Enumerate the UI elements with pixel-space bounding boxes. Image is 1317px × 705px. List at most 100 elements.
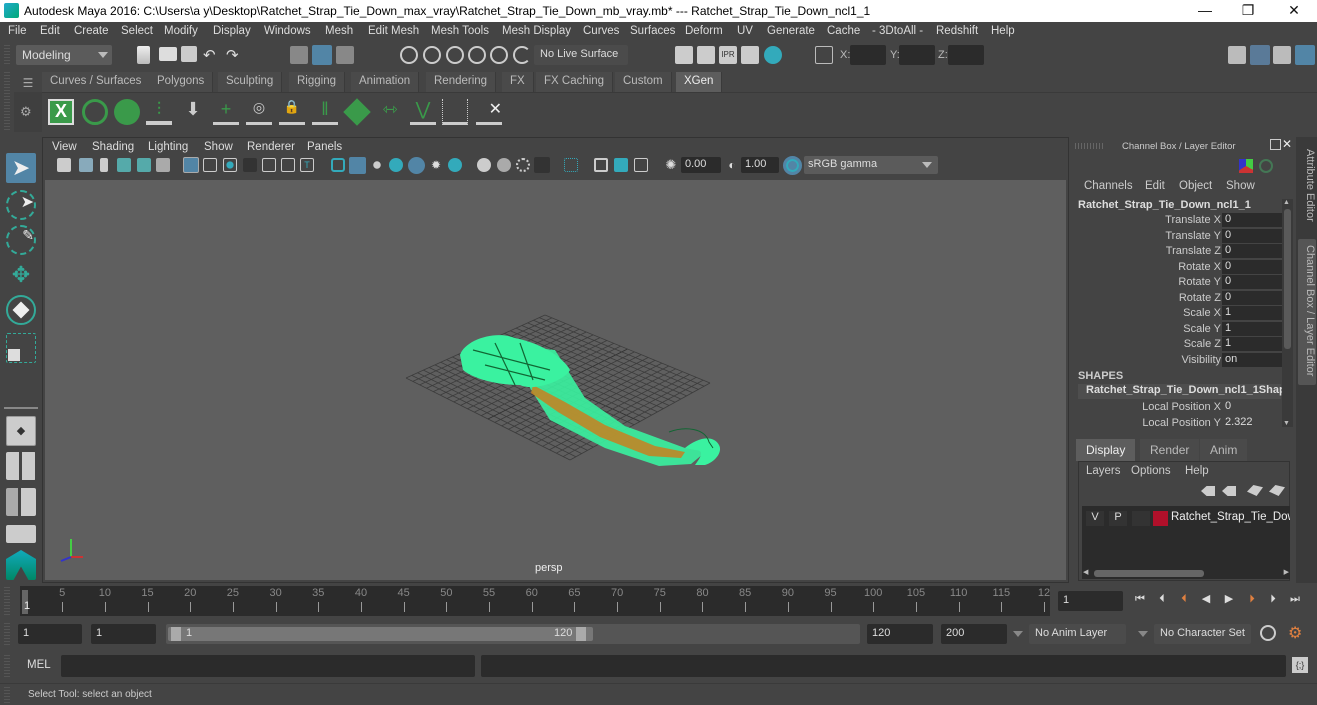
gamma-field[interactable]: 1.00: [741, 157, 779, 173]
xgen-editor-icon[interactable]: X: [48, 99, 74, 125]
live-surface-field[interactable]: No Live Surface: [534, 45, 628, 65]
menu-curves[interactable]: Curves: [583, 25, 619, 37]
channel-value-field[interactable]: 0: [1222, 259, 1282, 274]
layer-menu-layers[interactable]: Layers: [1086, 465, 1121, 477]
channel-value-field[interactable]: 0: [1222, 275, 1282, 289]
layer-playback-toggle[interactable]: P: [1109, 511, 1127, 526]
channel-value-field[interactable]: 0: [1222, 290, 1282, 305]
xgen-select-guides-icon[interactable]: ⋁: [410, 99, 436, 125]
smooth-shade-all-icon[interactable]: [349, 157, 366, 174]
outliner-persp-layout-icon[interactable]: [6, 488, 36, 516]
save-scene-icon[interactable]: [181, 46, 197, 62]
viewport-menu-view[interactable]: View: [52, 141, 77, 153]
xgen-guides-to-curves-icon[interactable]: ‖: [312, 99, 338, 125]
xgen-lock-guide-icon[interactable]: 🔒: [279, 99, 305, 125]
layer-hscrollbar[interactable]: ◀ ▶: [1082, 568, 1290, 579]
shelf-menu-icon[interactable]: ☰: [16, 76, 40, 92]
move-tool-icon[interactable]: ✥: [6, 260, 36, 290]
move-layer-down-icon[interactable]: [1222, 486, 1236, 496]
layer-tab-display[interactable]: Display: [1076, 439, 1136, 461]
select-tool-icon[interactable]: ➤: [6, 153, 36, 183]
channel-name[interactable]: Scale X: [1183, 307, 1221, 319]
shelf-settings-icon[interactable]: ⚙: [20, 104, 32, 120]
channel-row[interactable]: Scale Z1: [1075, 337, 1285, 352]
channel-menu-edit[interactable]: Edit: [1145, 180, 1165, 192]
go-to-end-icon[interactable]: ⏭: [1288, 592, 1302, 606]
time-slider-track[interactable]: 1 5 10 15 20 25 30 35 40 45 50 55 60 65 70 75 80 85 90 95 1…: [20, 586, 1050, 616]
step-back-key-icon[interactable]: ⏴: [1177, 592, 1191, 606]
menu-mesh[interactable]: Mesh: [325, 25, 353, 37]
shelf-tab-custom[interactable]: Custom: [615, 72, 672, 92]
snap-to-point-icon[interactable]: [446, 46, 464, 64]
character-set-dropdown[interactable]: No Character Set: [1154, 624, 1251, 644]
xgen-rebuild-guides-icon[interactable]: [442, 99, 468, 125]
attribute-editor-toggle-icon[interactable]: [1250, 45, 1270, 65]
layer-hscrollbar-thumb[interactable]: [1094, 570, 1204, 577]
playback-start-field[interactable]: 1: [91, 624, 156, 644]
viewport-3d-canvas[interactable]: persp: [45, 180, 1066, 580]
scroll-left-icon[interactable]: ◀: [1083, 568, 1088, 576]
scale-tool-icon[interactable]: [6, 333, 36, 363]
play-backward-icon[interactable]: ◀: [1199, 592, 1213, 606]
menu-mesh-display[interactable]: Mesh Display: [502, 25, 571, 37]
undo-icon[interactable]: ↶: [203, 46, 221, 64]
new-layer-icon[interactable]: [1247, 485, 1263, 496]
render-current-frame-icon[interactable]: [697, 46, 715, 64]
play-forward-icon[interactable]: ▶: [1222, 592, 1236, 606]
command-language-toggle[interactable]: MEL: [27, 659, 51, 671]
menu-file[interactable]: File: [8, 25, 27, 37]
menu-modify[interactable]: Modify: [164, 25, 198, 37]
screen-space-ao-icon[interactable]: [477, 158, 491, 172]
step-forward-key-icon[interactable]: ⏵: [1245, 592, 1259, 606]
channel-row[interactable]: Scale X1: [1075, 306, 1285, 321]
menu-edit-mesh[interactable]: Edit Mesh: [368, 25, 419, 37]
channel-value-field[interactable]: 2.322: [1222, 416, 1282, 430]
shape-channel-row[interactable]: Local Position X0: [1075, 400, 1285, 415]
layer-menu-options[interactable]: Options: [1131, 465, 1171, 477]
start-time-field[interactable]: 1: [18, 624, 82, 644]
select-by-component-icon[interactable]: [336, 46, 354, 64]
menu-cache[interactable]: Cache: [827, 25, 860, 37]
rotate-tool-icon[interactable]: [6, 295, 36, 325]
paint-select-tool-icon[interactable]: ✎: [6, 225, 36, 255]
channel-row[interactable]: Translate X0: [1075, 213, 1285, 228]
y-field[interactable]: [899, 45, 935, 65]
anti-aliasing-icon[interactable]: [516, 158, 530, 172]
render-settings-icon[interactable]: [741, 46, 759, 64]
shelf-grip[interactable]: [4, 72, 10, 132]
lasso-tool-icon[interactable]: ➤: [6, 190, 36, 220]
range-bar[interactable]: 1 120: [166, 624, 860, 644]
menu-set-dropdown[interactable]: Modeling: [16, 45, 112, 65]
layer-color-swatch[interactable]: [1153, 511, 1168, 526]
channel-value-field[interactable]: 1: [1222, 321, 1282, 336]
viewport-menu-panels[interactable]: Panels: [307, 141, 342, 153]
shadows-icon[interactable]: [448, 158, 462, 172]
menu-deform[interactable]: Deform: [685, 25, 723, 37]
snap-to-grid-icon[interactable]: [400, 46, 418, 64]
film-gate-icon[interactable]: [203, 158, 217, 172]
layer-row[interactable]: V P Ratchet_Strap_Tie_Down: [1082, 510, 1290, 528]
safe-title-icon[interactable]: T: [300, 158, 314, 172]
2d-pan-zoom-icon[interactable]: [137, 158, 151, 172]
move-layer-up-icon[interactable]: [1201, 486, 1215, 496]
menu-windows[interactable]: Windows: [264, 25, 311, 37]
wireframe-icon[interactable]: [331, 158, 345, 172]
menu-edit[interactable]: Edit: [40, 25, 60, 37]
camera-attributes-icon[interactable]: [79, 158, 93, 172]
xgen-preview-icon[interactable]: [82, 99, 108, 125]
shape-channel-row[interactable]: Local Position Y 2.322: [1075, 416, 1285, 431]
z-field[interactable]: [948, 45, 984, 65]
tool-settings-icon[interactable]: [1273, 46, 1291, 64]
key-icon[interactable]: [1259, 159, 1273, 173]
channel-menu-object[interactable]: Object: [1179, 180, 1212, 192]
render-view-icon[interactable]: [675, 46, 693, 64]
range-bar-fill[interactable]: [168, 627, 593, 641]
viewport-menu-shading[interactable]: Shading: [92, 141, 134, 153]
menu-3dtoall[interactable]: - 3DtoAll -: [872, 25, 923, 37]
current-frame-field[interactable]: 1: [1058, 591, 1123, 611]
new-scene-icon[interactable]: [137, 46, 150, 64]
channel-box-grip[interactable]: [1075, 143, 1105, 149]
x-field[interactable]: [850, 45, 886, 65]
help-line-grip[interactable]: [4, 687, 10, 703]
xgen-add-guide-icon[interactable]: +: [213, 99, 239, 125]
